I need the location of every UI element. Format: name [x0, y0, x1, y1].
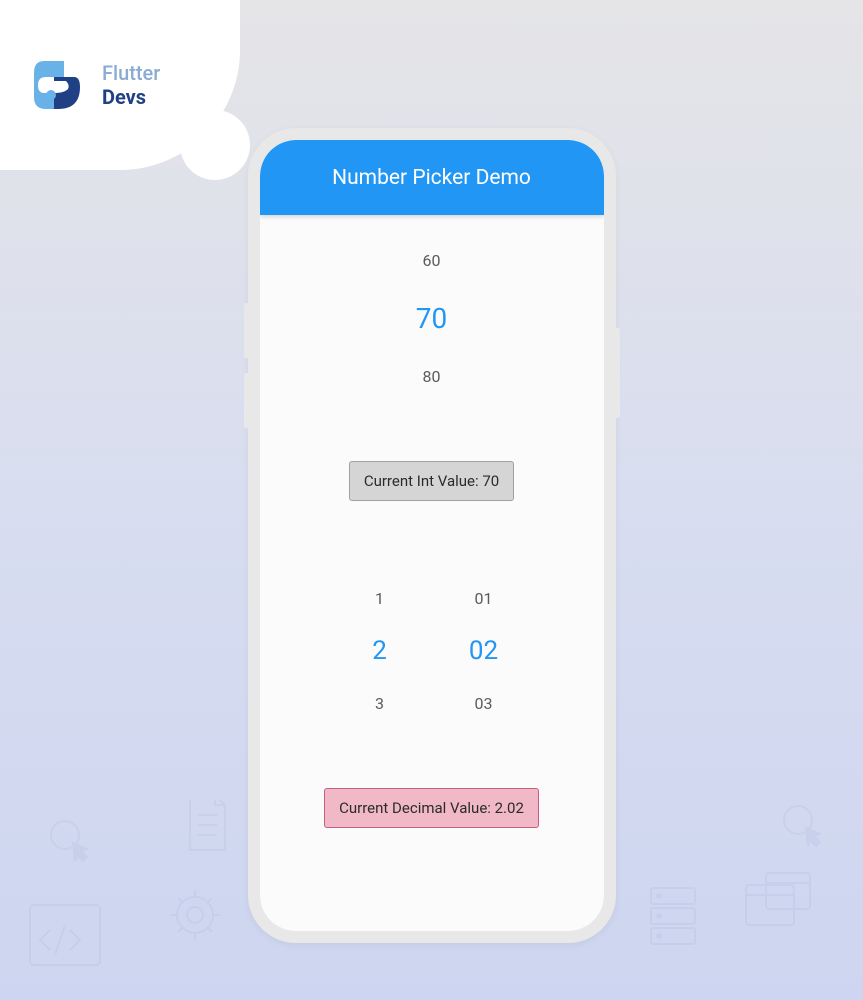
decimal-whole-current[interactable]: 2: [372, 636, 387, 666]
int-picker-prev[interactable]: 60: [423, 251, 441, 270]
phone-power-button: [616, 328, 620, 418]
app-bar: Number Picker Demo: [260, 140, 604, 215]
int-picker-current[interactable]: 70: [416, 302, 447, 335]
windows-icon: [738, 865, 818, 940]
decimal-fraction-prev[interactable]: 01: [475, 589, 493, 608]
cursor-icon: [778, 800, 833, 855]
logo-line-flutter: Flutter: [102, 61, 160, 85]
logo-line-devs: Devs: [102, 85, 160, 109]
logo-container: Flutter Devs: [0, 0, 240, 170]
app-content: 60 70 80 Current Int Value: 70 1 2 3 01 …: [260, 215, 604, 931]
phone-frame: Number Picker Demo 60 70 80 Current Int …: [248, 128, 616, 943]
decimal-whole-prev[interactable]: 1: [375, 589, 384, 608]
document-icon: [180, 800, 235, 855]
app-bar-title: Number Picker Demo: [332, 166, 531, 190]
server-icon: [643, 880, 703, 950]
int-picker-next[interactable]: 80: [423, 367, 441, 386]
cursor-icon: [45, 815, 100, 870]
int-value-badge: Current Int Value: 70: [349, 461, 514, 501]
decimal-whole-column[interactable]: 1 2 3: [352, 589, 408, 713]
logo-text: Flutter Devs: [102, 61, 160, 109]
decimal-fraction-current[interactable]: 02: [469, 636, 498, 666]
decimal-fraction-column[interactable]: 01 02 03: [456, 589, 512, 713]
decimal-value-badge: Current Decimal Value: 2.02: [324, 788, 539, 828]
phone-volume-up: [244, 303, 248, 358]
decimal-fraction-next[interactable]: 03: [475, 694, 493, 713]
int-number-picker[interactable]: 60 70 80: [416, 251, 447, 386]
flutter-devs-logo-icon: [24, 53, 88, 117]
phone-screen: Number Picker Demo 60 70 80 Current Int …: [260, 140, 604, 931]
code-icon: [20, 890, 110, 980]
gear-icon: [160, 880, 230, 950]
phone-volume-down: [244, 373, 248, 428]
decimal-whole-next[interactable]: 3: [375, 694, 384, 713]
decimal-number-picker[interactable]: 1 2 3 01 02 03: [352, 589, 512, 713]
